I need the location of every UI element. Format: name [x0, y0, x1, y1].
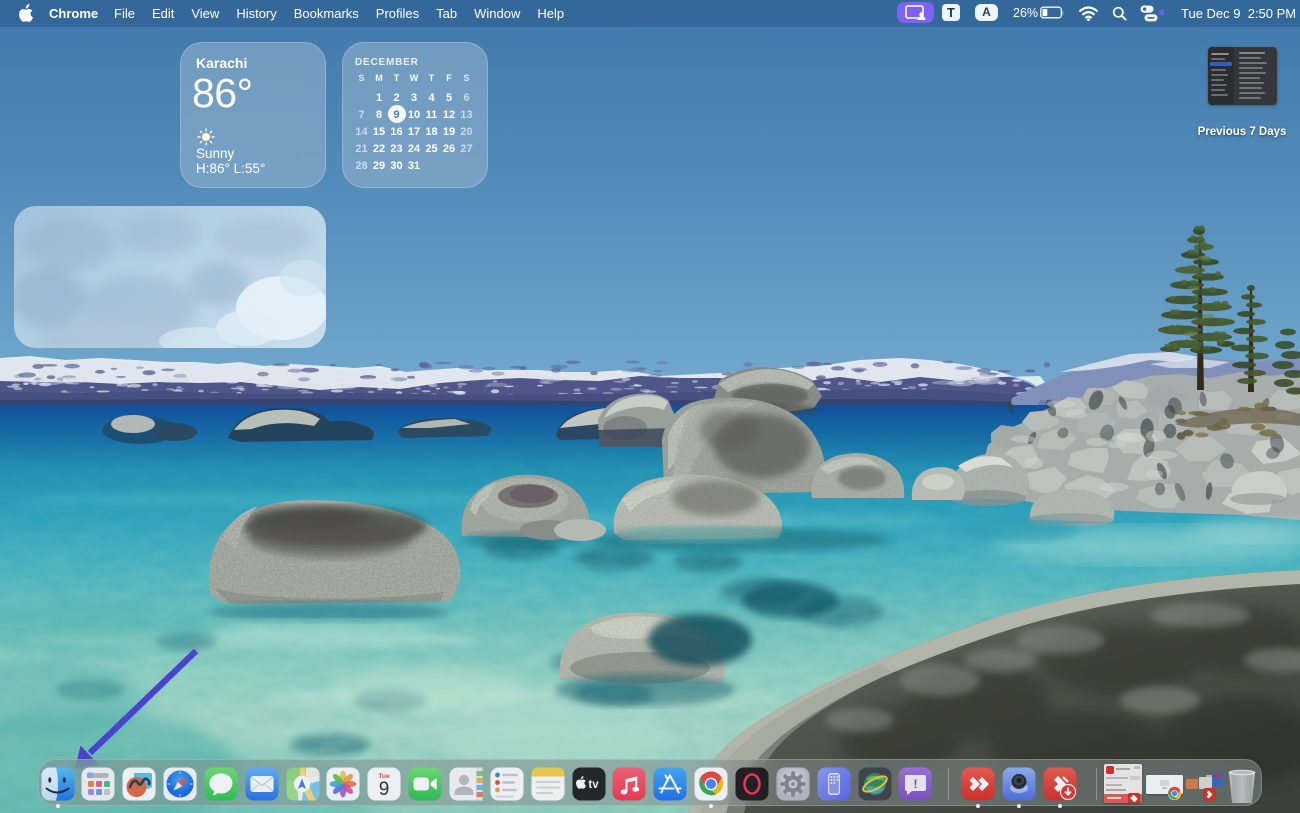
svg-text:tv: tv	[588, 779, 599, 791]
svg-text:!: !	[914, 777, 918, 791]
svg-text:9: 9	[379, 779, 390, 800]
